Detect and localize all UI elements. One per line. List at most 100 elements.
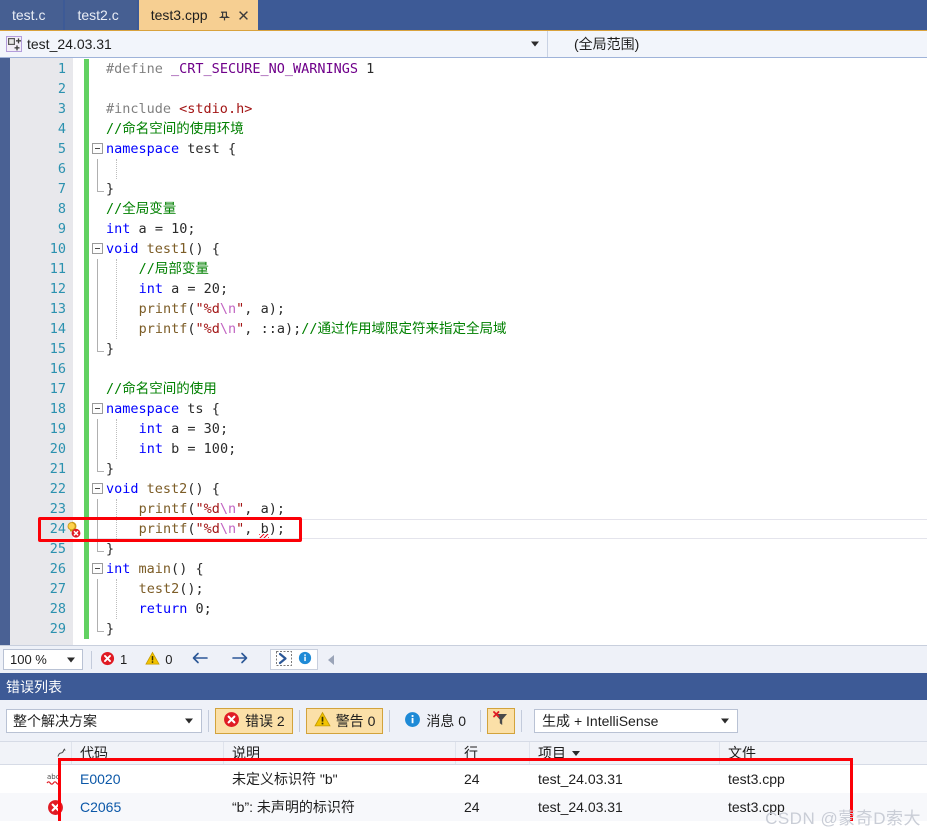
code-line[interactable]: 6 [0,159,927,179]
filter-messages-button[interactable]: 消息 0 [396,708,474,734]
code-line[interactable]: 18 namespace ts { [0,399,927,419]
code-line[interactable]: 29} [0,619,927,639]
error-list-row[interactable]: abc E0020 未定义标识符 "b" 24 test_24.03.31 test3.c… [0,765,927,793]
zoom-level-combo[interactable]: 100 % [3,649,83,670]
code-line[interactable]: 7} [0,179,927,199]
code-line[interactable]: 15} [0,339,927,359]
code-line[interactable]: 4 //命名空间的使用环境 [0,119,927,139]
code-line[interactable]: 20 int b = 100; [0,439,927,459]
code-line[interactable]: 14 printf("%d\n", ::a);//通过作用域限定符来指定全局域 [0,319,927,339]
status-error-count[interactable]: 1 [100,651,127,669]
code-line[interactable]: 21} [0,459,927,479]
code-line[interactable]: 28 return 0; [0,599,927,619]
error-code-link[interactable]: E0020 [80,771,120,787]
column-header-icon[interactable] [0,742,72,764]
code-lines-container[interactable]: 1 #define _CRT_SECURE_NO_WARNINGS 1 2 3 #inc… [0,58,927,645]
close-icon[interactable] [235,7,252,24]
zoom-level-value: 100 % [10,652,47,667]
code-line[interactable]: 16 [0,359,927,379]
intellisense-status-group[interactable] [270,649,319,670]
scope-selector[interactable]: (全局范围) [548,31,927,57]
code-line[interactable]: 1 #define _CRT_SECURE_NO_WARNINGS 1 [0,59,927,79]
tab-label: test2.c [77,7,119,23]
intellisense-icon[interactable] [276,650,293,669]
code-line-text: int b = 100; [138,441,237,457]
line-number: 12 [49,281,66,297]
code-line-text: int a = 30; [138,421,229,437]
code-line[interactable]: 9 int a = 10; [0,219,927,239]
change-indicator-bar [84,439,89,459]
collapse-outline-button[interactable] [92,483,103,494]
code-line[interactable]: 27 test2(); [0,579,927,599]
line-number: 5 [57,141,66,157]
chevron-down-icon[interactable] [185,718,193,723]
column-header-description[interactable]: 说明 [224,742,456,764]
column-header-file[interactable]: 文件 [720,742,927,764]
code-line[interactable]: 13 printf("%d\n", a); [0,299,927,319]
chevron-down-icon[interactable] [531,41,539,47]
line-number: 1 [57,61,66,77]
code-line[interactable]: 10 void test1() { [0,239,927,259]
change-indicator-bar [84,359,89,379]
error-row-code[interactable]: C2065 [72,793,224,821]
project-selector[interactable]: test_24.03.31 [0,31,548,57]
line-number: 4 [57,121,66,137]
code-editor[interactable]: 1 #define _CRT_SECURE_NO_WARNINGS 1 2 3 #inc… [0,57,927,645]
error-scope-combo[interactable]: 整个解决方案 [6,708,202,733]
change-indicator-bar [84,299,89,319]
line-number: 6 [57,161,66,177]
collapse-outline-button[interactable] [92,143,103,154]
column-header-code[interactable]: 代码 [72,742,224,764]
collapse-outline-button[interactable] [92,243,103,254]
error-lightbulb-icon[interactable] [64,521,82,538]
build-filter-combo[interactable]: 生成 + IntelliSense [534,708,739,733]
chevron-down-icon[interactable] [721,718,730,723]
change-indicator-bar [84,199,89,219]
code-line[interactable]: 22 void test2() { [0,479,927,499]
tab-test3-cpp[interactable]: test3.cpp [138,0,258,30]
error-list-title-label: 错误列表 [6,678,62,695]
line-number: 15 [49,341,66,357]
column-header-project[interactable]: 项目 [530,742,720,764]
line-number: 9 [57,221,66,237]
code-line[interactable]: 8 //全局变量 [0,199,927,219]
clear-filter-button[interactable] [487,707,516,734]
line-number: 26 [49,561,66,577]
line-number: 2 [57,81,66,97]
error-row-code[interactable]: E0020 [72,765,224,793]
filter-errors-button[interactable]: 错误 2 [215,707,293,734]
navigation-bar: test_24.03.31 (全局范围) [0,30,927,57]
filter-warnings-button[interactable]: 警告 0 [305,707,384,734]
toolbar-separator [521,709,523,732]
column-header-line[interactable]: 行 [456,742,530,764]
code-line[interactable]: 19 int a = 30; [0,419,927,439]
arrow-right-icon[interactable] [230,650,250,669]
chevron-left-icon[interactable] [328,654,335,665]
column-header-project-label: 项目 [538,745,566,761]
arrow-left-icon[interactable] [190,650,210,669]
line-number: 18 [49,401,66,417]
collapse-outline-button[interactable] [92,563,103,574]
info-circle-icon[interactable] [298,651,312,668]
chevron-down-icon[interactable] [67,657,75,662]
collapse-outline-button[interactable] [92,403,103,414]
pin-icon[interactable] [216,7,233,24]
code-line[interactable]: 17 //命名空间的使用 [0,379,927,399]
error-circle-icon [223,711,240,731]
error-code-link[interactable]: C2065 [80,799,121,815]
line-number: 7 [57,181,66,197]
status-warning-count[interactable]: 0 [145,651,172,669]
code-line[interactable]: 5 namespace test { [0,139,927,159]
code-line[interactable]: 25} [0,539,927,559]
tab-test2-c[interactable]: test2.c [65,0,139,30]
code-line[interactable]: 24 printf("%d\n", b); [0,519,927,539]
error-circle-icon [100,651,115,669]
code-line[interactable]: 26 int main() { [0,559,927,579]
code-line[interactable]: 23 printf("%d\n", a); [0,499,927,519]
code-line[interactable]: 3 #include <stdio.h> [0,99,927,119]
code-line[interactable]: 12 int a = 20; [0,279,927,299]
tab-test-c[interactable]: test.c [0,0,66,30]
code-line-text: } [106,621,115,637]
code-line[interactable]: 2 [0,79,927,99]
code-line[interactable]: 11 //局部变量 [0,259,927,279]
